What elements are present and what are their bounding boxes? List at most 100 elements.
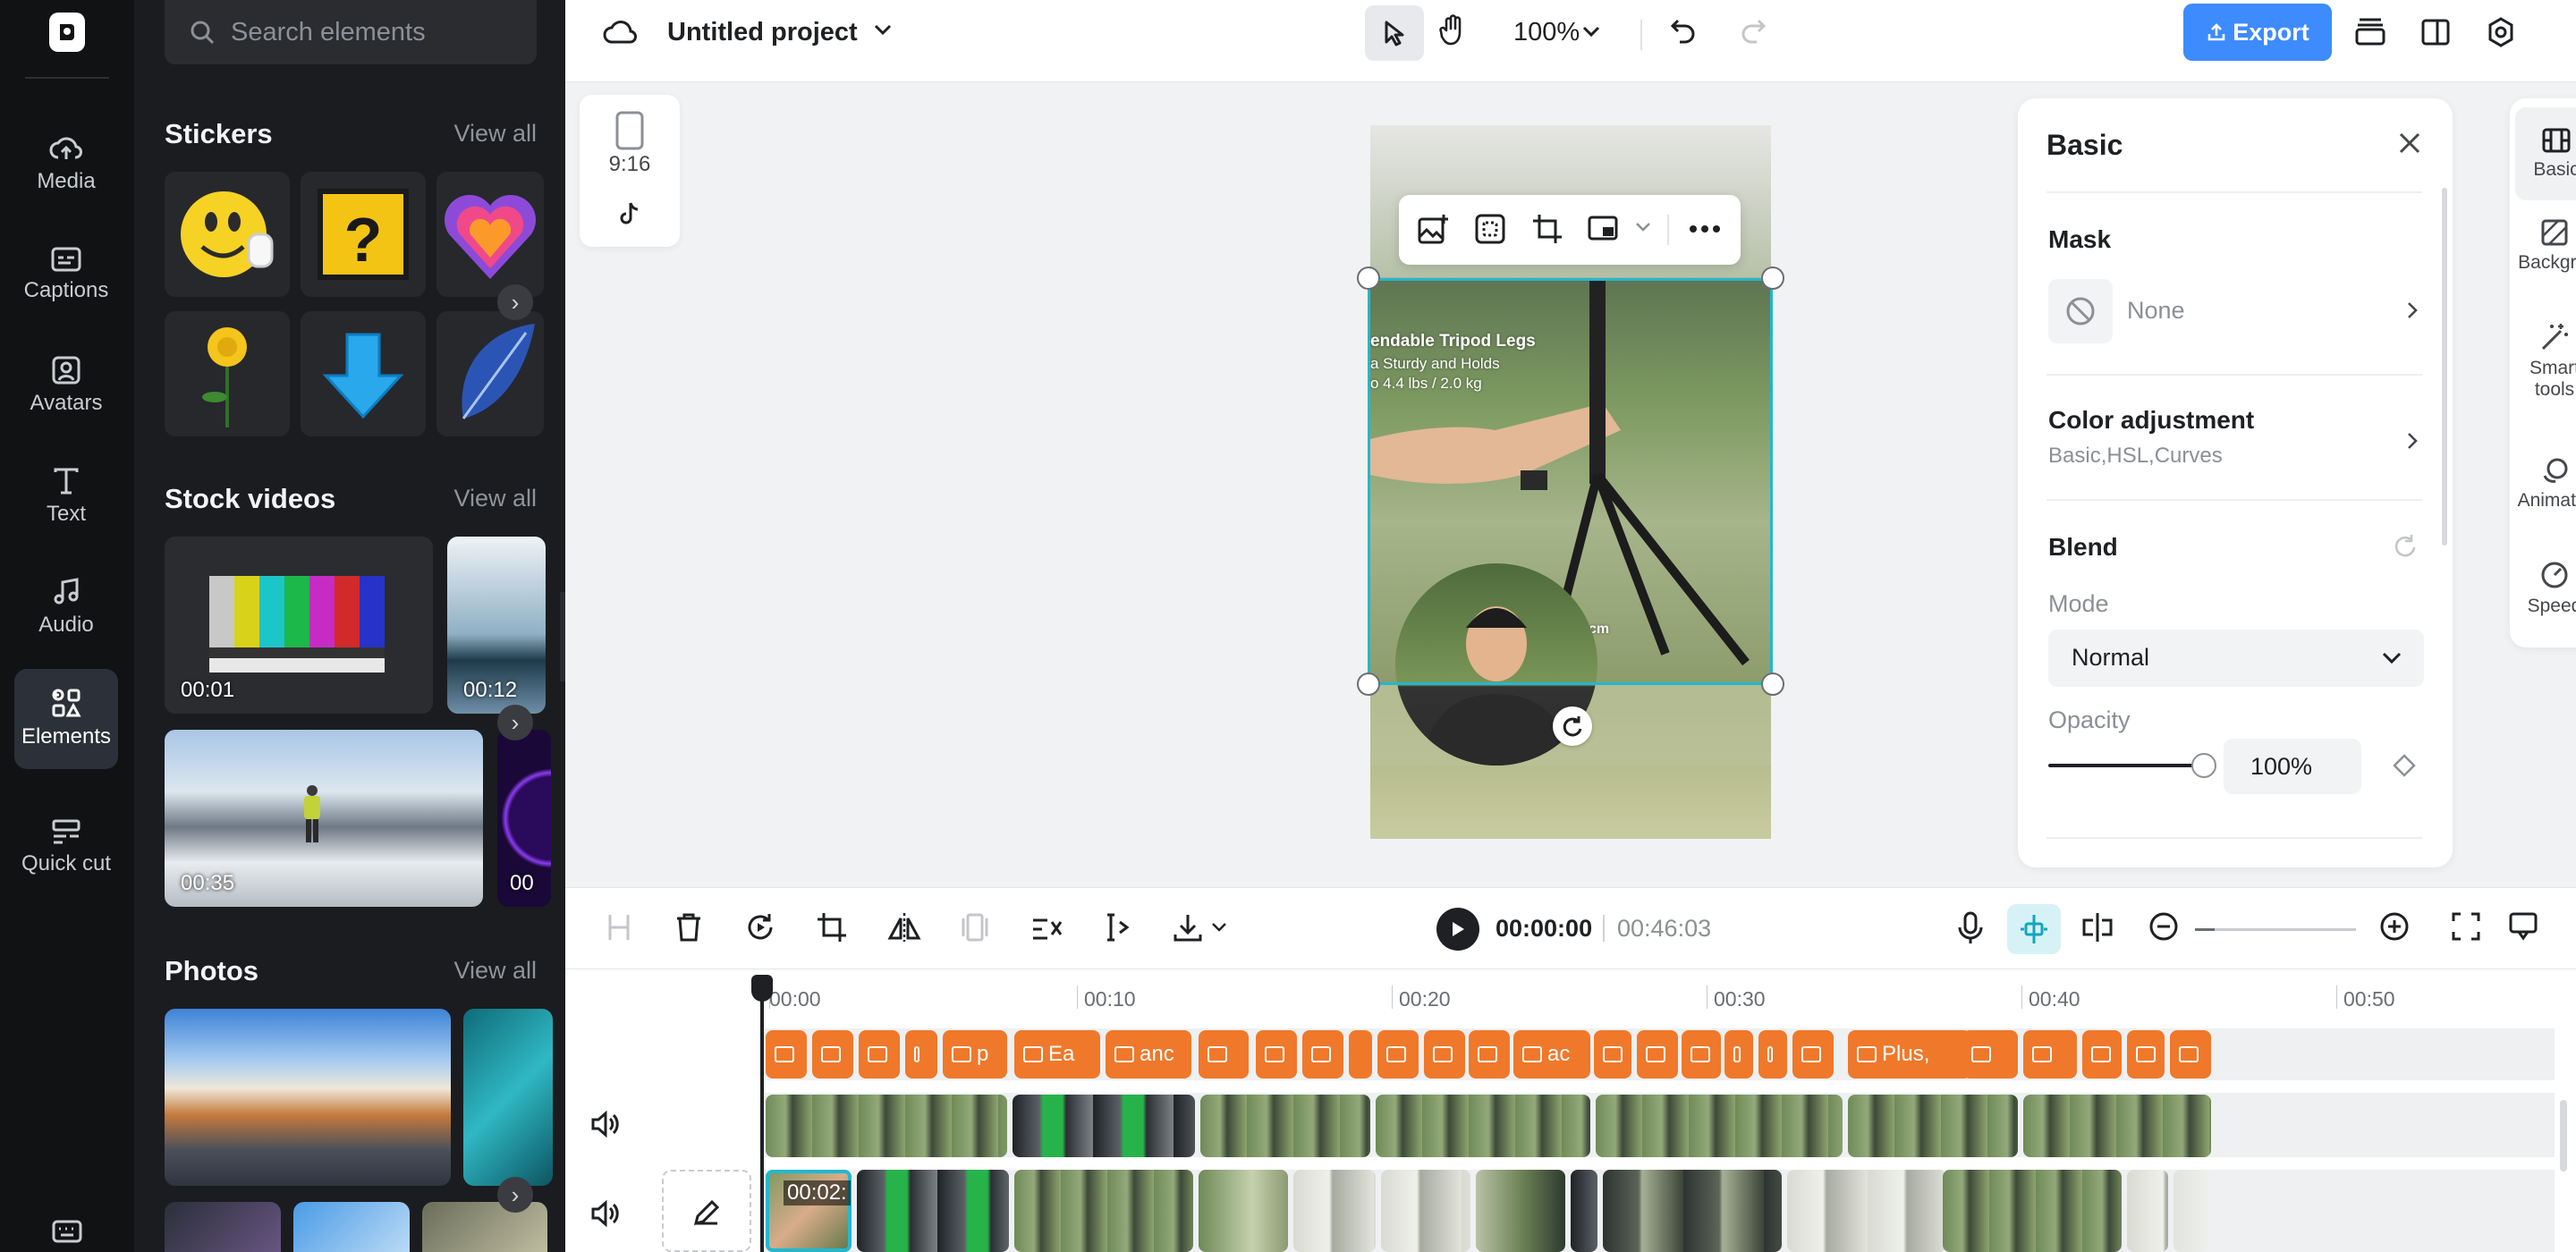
resize-handle-bottom-left[interactable]: [1357, 673, 1380, 696]
opacity-slider-thumb[interactable]: [2191, 753, 2216, 778]
cloud-save-icon[interactable]: [603, 18, 639, 47]
replace-image-icon[interactable]: [1417, 213, 1451, 247]
caption-clip[interactable]: [1256, 1030, 1297, 1079]
video-clip[interactable]: [1381, 1170, 1470, 1252]
caption-clip[interactable]: [1962, 1030, 2018, 1079]
timeline-scrollbar[interactable]: [2560, 1100, 2567, 1172]
flip-icon[interactable]: [887, 911, 921, 943]
settings-button[interactable]: [2485, 16, 2517, 48]
color-adjustment-title[interactable]: Color adjustment: [2048, 406, 2254, 435]
speaker-icon[interactable]: [590, 1111, 621, 1138]
caption-clip[interactable]: [905, 1030, 937, 1079]
hand-tool-button[interactable]: [1438, 14, 1467, 47]
caption-clip[interactable]: [812, 1030, 853, 1079]
stock-video-clouds[interactable]: 00:12: [447, 537, 546, 714]
sticker-question-block[interactable]: ?: [301, 172, 426, 297]
photo-thumb[interactable]: [422, 1202, 547, 1252]
resize-handle-bottom-right[interactable]: [1761, 673, 1784, 696]
caption-clip[interactable]: Ea: [1014, 1030, 1100, 1079]
zoom-out-icon[interactable]: [2148, 911, 2179, 942]
caption-clip[interactable]: [1637, 1030, 1678, 1079]
video-clip[interactable]: [2174, 1170, 2209, 1252]
caption-clip[interactable]: anc: [1106, 1030, 1191, 1079]
playhead[interactable]: [751, 975, 773, 1252]
caption-clip[interactable]: ac: [1513, 1030, 1590, 1079]
avatar-clip[interactable]: [2023, 1095, 2211, 1157]
photo-city-skyline[interactable]: [165, 1009, 451, 1186]
app-logo[interactable]: [49, 13, 85, 52]
caption-clip[interactable]: [766, 1030, 807, 1079]
crop-icon[interactable]: [1531, 213, 1563, 245]
playhead-handle[interactable]: [751, 975, 773, 1002]
caption-clip[interactable]: p: [943, 1030, 1007, 1079]
caption-clip[interactable]: Plus,: [1848, 1030, 1971, 1079]
resize-handle-top-right[interactable]: [1761, 266, 1784, 290]
side-tab-animation[interactable]: Animat...: [2510, 456, 2576, 512]
search-input[interactable]: Search elements: [165, 0, 537, 64]
aspect-ratio-box[interactable]: 9:16: [580, 95, 680, 247]
selected-clip[interactable]: 00:02:: [766, 1170, 852, 1252]
video-clip[interactable]: [857, 1170, 1009, 1252]
more-options-icon[interactable]: [1689, 224, 1721, 234]
speaker-icon[interactable]: [590, 1200, 621, 1227]
avatar-clip[interactable]: [766, 1095, 1007, 1157]
chevron-right-icon[interactable]: [2406, 431, 2419, 451]
side-tab-background[interactable]: Backgr...: [2510, 218, 2576, 274]
download-icon[interactable]: [1172, 911, 1204, 943]
side-tab-speed[interactable]: Speed: [2510, 560, 2576, 617]
video-clip[interactable]: [1014, 1170, 1193, 1252]
avatar-clip[interactable]: [1596, 1095, 1843, 1157]
avatar-clip[interactable]: [1848, 1095, 2018, 1157]
layout-toggle-button[interactable]: [2420, 18, 2451, 47]
caption-clip[interactable]: [1349, 1030, 1372, 1079]
properties-scrollbar[interactable]: [2442, 188, 2447, 546]
caption-clip[interactable]: [1302, 1030, 1343, 1079]
video-clip[interactable]: [1571, 1170, 1597, 1252]
keyboard-icon[interactable]: [52, 1220, 82, 1243]
photo-thumb[interactable]: [293, 1202, 410, 1252]
trim-icon[interactable]: [1102, 911, 1132, 943]
chevron-down-icon[interactable]: [1211, 922, 1227, 933]
stock-video-color-bars[interactable]: 00:01: [165, 537, 433, 714]
remove-background-icon[interactable]: [1030, 911, 1064, 943]
caption-clip[interactable]: [2170, 1030, 2211, 1079]
caption-clip[interactable]: [1792, 1030, 1834, 1079]
play-button[interactable]: [1436, 908, 1479, 951]
caption-clip[interactable]: [1724, 1030, 1753, 1079]
mask-selector[interactable]: None: [2048, 279, 2424, 343]
rail-item-elements[interactable]: Elements: [14, 669, 118, 769]
rail-item-audio[interactable]: Audio: [14, 558, 118, 658]
blend-mode-select[interactable]: Normal: [2048, 630, 2424, 687]
zoom-dropdown-icon[interactable]: [1581, 25, 1601, 38]
freeze-frame-icon[interactable]: [961, 911, 989, 943]
rotate-handle[interactable]: [1553, 706, 1592, 746]
comment-icon[interactable]: [2508, 911, 2538, 942]
photo-ocean-water[interactable]: [463, 1009, 553, 1186]
video-clip[interactable]: [1943, 1170, 2122, 1252]
sticker-thumbs-up-smiley[interactable]: [165, 172, 290, 297]
export-button[interactable]: Export: [2183, 4, 2332, 61]
rail-item-text[interactable]: Text: [14, 447, 118, 547]
fit-timeline-icon[interactable]: [2451, 911, 2481, 942]
selection-box[interactable]: [1368, 278, 1773, 685]
caption-clip[interactable]: [1424, 1030, 1465, 1079]
cutout-icon[interactable]: [1474, 213, 1506, 245]
rail-item-media[interactable]: Media: [14, 114, 118, 215]
avatar-clip[interactable]: [1200, 1095, 1370, 1157]
opacity-slider[interactable]: [2048, 753, 2216, 778]
caption-clip[interactable]: [859, 1030, 900, 1079]
zoom-in-icon[interactable]: [2379, 911, 2410, 942]
stock-videos-view-all[interactable]: View all: [453, 485, 537, 512]
avatar-clip[interactable]: [1376, 1095, 1590, 1157]
sticker-blue-leaf[interactable]: [436, 311, 544, 436]
caption-clip[interactable]: [1469, 1030, 1510, 1079]
sticker-blue-arrow[interactable]: [301, 311, 426, 436]
queue-button[interactable]: [2354, 16, 2386, 47]
rail-item-avatars[interactable]: Avatars: [14, 336, 118, 436]
select-tool-button[interactable]: [1365, 5, 1424, 61]
stock-videos-next-button[interactable]: ›: [497, 705, 533, 740]
photos-next-button[interactable]: ›: [497, 1177, 533, 1213]
side-tab-smart-tools[interactable]: Smart tools: [2510, 322, 2576, 401]
rail-item-quick-cut[interactable]: Quick cut: [14, 792, 118, 903]
caption-clip[interactable]: [1758, 1030, 1787, 1079]
